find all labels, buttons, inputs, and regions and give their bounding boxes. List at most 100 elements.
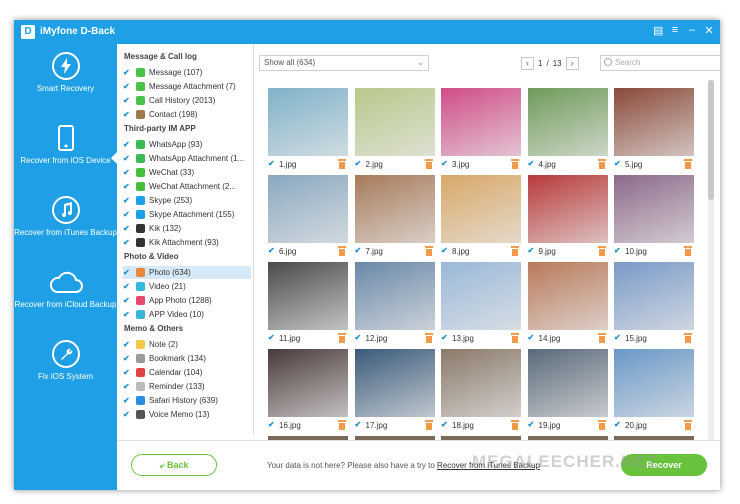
category-item[interactable]: ✔ Message Attachment (7) [123, 80, 251, 93]
checkbox[interactable]: ✔ [614, 247, 622, 255]
sidebar-item-ios-device[interactable]: Recover from iOS Device [14, 124, 117, 190]
trash-icon[interactable] [511, 159, 519, 169]
feedback-icon[interactable]: ▤ [653, 24, 663, 37]
category-item[interactable]: ✔ WhatsApp Attachment (1... [123, 152, 251, 165]
checkbox[interactable]: ✔ [123, 82, 131, 91]
checkbox[interactable]: ✔ [123, 282, 131, 291]
trash-icon[interactable] [684, 333, 692, 343]
trash-icon[interactable] [424, 333, 433, 343]
category-item[interactable]: ✔ App Photo (1288) [123, 294, 251, 307]
search-input[interactable]: Search [600, 55, 720, 71]
checkbox[interactable]: ✔ [528, 421, 536, 429]
minimize-icon[interactable]: – [687, 24, 697, 37]
checkbox[interactable]: ✔ [123, 68, 131, 77]
trash-icon[interactable] [511, 333, 519, 343]
checkbox[interactable]: ✔ [123, 354, 131, 363]
category-item[interactable]: ✔ Skype Attachment (155) [123, 208, 251, 221]
category-item[interactable]: ✔ Message (107) [123, 66, 251, 79]
category-item[interactable]: ✔ WeChat (33) [123, 166, 251, 179]
photo-thumbnail[interactable] [527, 262, 608, 330]
checkbox[interactable]: ✔ [441, 334, 449, 342]
category-item[interactable]: ✔ Kik (132) [123, 222, 251, 235]
category-item[interactable]: ✔ Call History (2013) [123, 94, 251, 107]
checkbox[interactable]: ✔ [123, 182, 131, 191]
checkbox[interactable]: ✔ [123, 310, 131, 319]
checkbox[interactable]: ✔ [123, 382, 131, 391]
checkbox[interactable]: ✔ [268, 421, 276, 429]
checkbox[interactable]: ✔ [355, 421, 363, 429]
trash-icon[interactable] [597, 246, 606, 256]
checkbox[interactable]: ✔ [123, 238, 131, 247]
photo-thumbnail[interactable] [614, 175, 694, 243]
trash-icon[interactable] [424, 420, 433, 430]
photo-thumbnail[interactable] [354, 175, 435, 243]
checkbox[interactable]: ✔ [123, 410, 131, 419]
category-item[interactable]: ✔ Calendar (104) [123, 366, 251, 379]
photo-thumbnail[interactable] [354, 349, 435, 417]
checkbox[interactable]: ✔ [123, 96, 131, 105]
checkbox[interactable]: ✔ [614, 334, 622, 342]
checkbox[interactable]: ✔ [268, 247, 276, 255]
scrollbar[interactable] [708, 80, 714, 440]
trash-icon[interactable] [338, 159, 346, 169]
checkbox[interactable]: ✔ [614, 160, 622, 168]
sidebar-item-smart-recovery[interactable]: Smart Recovery [14, 52, 117, 118]
category-item[interactable]: ✔ WeChat Attachment (2... [123, 180, 251, 193]
trash-icon[interactable] [424, 246, 433, 256]
checkbox[interactable]: ✔ [123, 140, 131, 149]
photo-thumbnail[interactable] [441, 349, 521, 417]
photo-thumbnail[interactable] [441, 88, 521, 156]
checkbox[interactable]: ✔ [123, 340, 131, 349]
next-page-button[interactable]: › [565, 56, 579, 70]
checkbox[interactable]: ✔ [123, 396, 131, 405]
checkbox[interactable]: ✔ [123, 110, 131, 119]
trash-icon[interactable] [424, 159, 433, 169]
checkbox[interactable]: ✔ [123, 368, 131, 377]
category-item[interactable]: ✔ Reminder (133) [123, 380, 251, 393]
category-item[interactable]: ✔ Photo (634) [123, 266, 251, 279]
category-item[interactable]: ✔ Bookmark (134) [123, 352, 251, 365]
photo-thumbnail[interactable] [527, 175, 608, 243]
checkbox[interactable]: ✔ [123, 196, 131, 205]
trash-icon[interactable] [597, 159, 606, 169]
trash-icon[interactable] [338, 246, 346, 256]
prev-page-button[interactable]: ‹ [521, 56, 534, 70]
category-item[interactable]: ✔ Video (21) [123, 280, 251, 293]
photo-thumbnail[interactable] [441, 175, 521, 243]
checkbox[interactable]: ✔ [528, 247, 536, 255]
sidebar-item-fix-ios[interactable]: Fix iOS System [14, 340, 117, 406]
sidebar-item-itunes-backup[interactable]: Recover from iTunes Backup [14, 196, 117, 262]
close-icon[interactable]: ✕ [704, 24, 714, 37]
checkbox[interactable]: ✔ [355, 247, 363, 255]
checkbox[interactable]: ✔ [528, 160, 536, 168]
trash-icon[interactable] [684, 420, 692, 430]
trash-icon[interactable] [597, 420, 606, 430]
checkbox[interactable]: ✔ [123, 168, 131, 177]
checkbox[interactable]: ✔ [441, 160, 449, 168]
checkbox[interactable]: ✔ [123, 224, 131, 233]
trash-icon[interactable] [597, 333, 606, 343]
checkbox[interactable]: ✔ [123, 154, 131, 163]
photo-thumbnail[interactable] [527, 349, 608, 417]
category-item[interactable]: ✔ Contact (198) [123, 108, 251, 121]
menu-icon[interactable]: ≡ [670, 24, 680, 37]
photo-thumbnail[interactable] [268, 262, 348, 330]
photo-thumbnail[interactable] [614, 88, 694, 156]
checkbox[interactable]: ✔ [123, 210, 131, 219]
checkbox[interactable]: ✔ [528, 334, 536, 342]
trash-icon[interactable] [684, 159, 692, 169]
checkbox[interactable]: ✔ [268, 160, 276, 168]
checkbox[interactable]: ✔ [441, 247, 449, 255]
checkbox[interactable]: ✔ [123, 268, 131, 277]
checkbox[interactable]: ✔ [355, 334, 363, 342]
photo-thumbnail[interactable] [614, 349, 694, 417]
checkbox[interactable]: ✔ [123, 296, 131, 305]
trash-icon[interactable] [684, 246, 692, 256]
checkbox[interactable]: ✔ [441, 421, 449, 429]
photo-thumbnail[interactable] [268, 88, 348, 156]
trash-icon[interactable] [338, 333, 346, 343]
photo-thumbnail[interactable] [614, 262, 694, 330]
category-item[interactable]: ✔ Note (2) [123, 338, 251, 351]
photo-thumbnail[interactable] [354, 88, 435, 156]
category-item[interactable]: ✔ Skype (253) [123, 194, 251, 207]
